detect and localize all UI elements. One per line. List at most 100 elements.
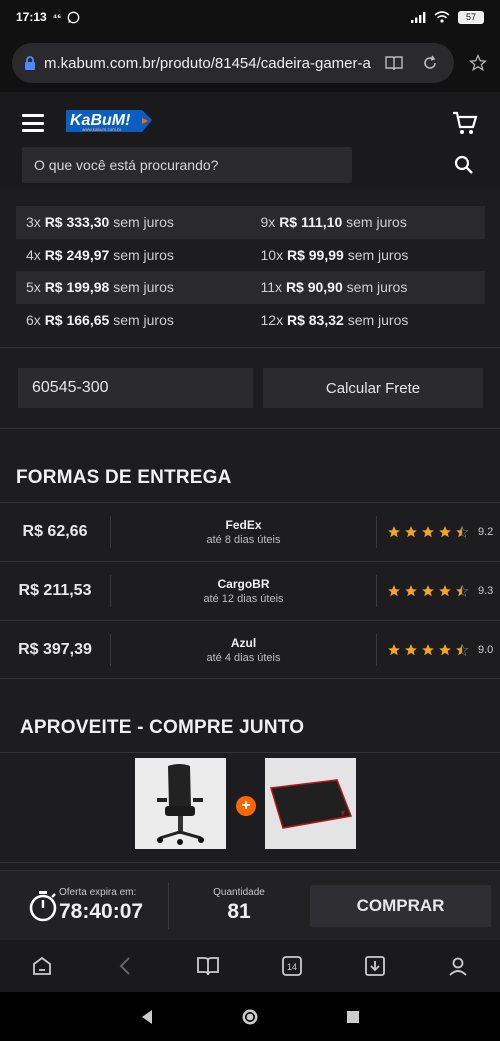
star-icon [422, 585, 434, 597]
delivery-option-azul[interactable]: R$ 397,39 Azul até 4 dias úteis 9.0 [0, 620, 500, 679]
installment-row: 5x R$ 199,98 sem juros 11x R$ 90,90 sem … [16, 271, 485, 304]
product-image-chair[interactable] [135, 758, 226, 849]
star-icon [422, 643, 434, 655]
star-icon [388, 526, 400, 538]
buy-button-label: COMPRAR [356, 896, 445, 915]
browser-nav-bar: 14 [0, 940, 500, 992]
installment-cell: 5x R$ 199,98 sem juros [26, 279, 174, 296]
battery-level: 57 [465, 12, 476, 22]
installment-cell: 9x R$ 111,10 sem juros [260, 214, 407, 231]
status-bar: 17:13 ⁴⁶ 57 [0, 0, 500, 34]
installment-cell: 6x R$ 166,65 sem juros [26, 311, 174, 328]
rating-stars: 9.2 [377, 525, 500, 539]
wifi-icon [434, 11, 450, 23]
plus-icon: + [236, 796, 256, 816]
carrier-name: FedEx [225, 518, 262, 532]
bookmarks-icon[interactable] [194, 952, 222, 980]
divider [0, 347, 500, 348]
back-icon[interactable] [111, 952, 139, 980]
stopwatch-icon [29, 891, 57, 922]
search-placeholder: O que você está procurando? [34, 157, 219, 173]
rating-stars: 9.3 [377, 584, 500, 598]
system-home-icon[interactable] [240, 1007, 260, 1027]
status-extra: ⁴⁶ [52, 12, 62, 22]
rating-value: 9.2 [478, 526, 494, 538]
delivery-price: R$ 211,53 [18, 582, 92, 599]
star-icon [405, 585, 417, 597]
installment-cell: 11x R$ 90,90 sem juros [260, 279, 408, 296]
carrier-days: até 12 dias úteis [203, 593, 284, 605]
installment-row: 3x R$ 333,30 sem juros 9x R$ 111,10 sem … [16, 206, 485, 239]
browser-toolbar: m.kabum.com.br/produto/81454/cadeira-gam… [0, 34, 500, 92]
carrier-days: até 4 dias úteis [206, 651, 281, 664]
quantity-value: 81 [227, 900, 251, 923]
installment-cell: 10x R$ 99,99 sem juros [260, 246, 409, 263]
cep-value: 60545-300 [32, 379, 109, 396]
star-icon [405, 643, 417, 655]
half-star-icon [456, 526, 469, 538]
installment-row: 6x R$ 166,65 sem juros 12x R$ 83,32 sem … [16, 304, 485, 337]
reload-icon[interactable] [416, 49, 444, 77]
installment-row: 4x R$ 249,97 sem juros 10x R$ 99,99 sem … [16, 239, 485, 272]
carrier-name: Azul [230, 635, 257, 650]
status-time: 17:13 [16, 10, 47, 24]
star-icon [439, 585, 451, 597]
delivery-option-fedex[interactable]: R$ 62,66 FedEx até 8 dias úteis 9.2 [0, 502, 500, 561]
carrier-days: até 8 dias úteis [206, 534, 281, 546]
whatsapp-icon [67, 11, 80, 23]
delivery-price: R$ 397,39 [18, 640, 92, 658]
offer-countdown: 78:40:07 [59, 900, 144, 923]
calculate-freight-label: Calcular Frete [325, 379, 421, 397]
star-icon [439, 526, 451, 538]
rating-value: 9.0 [478, 643, 494, 656]
rating-stars: 9.0 [377, 643, 500, 657]
menu-icon[interactable] [22, 114, 44, 132]
site-header: KaBuM! www.kabum.com.br O que você está … [0, 92, 500, 190]
star-icon [388, 643, 400, 655]
delivery-title: FORMAS DE ENTREGA [16, 467, 232, 488]
profile-icon[interactable] [444, 952, 472, 980]
battery-icon: 57 [458, 10, 484, 24]
installments-table: 3x R$ 333,30 sem juros 9x R$ 111,10 sem … [16, 206, 485, 336]
star-icon [422, 526, 434, 538]
half-star-icon [456, 643, 469, 656]
divider [0, 862, 500, 863]
url-text[interactable]: m.kabum.com.br/produto/81454/cadeira-gam… [44, 55, 372, 72]
tabs-count: 14 [287, 962, 297, 972]
product-image-mousepad[interactable] [265, 758, 356, 849]
installment-cell: 4x R$ 249,97 sem juros [26, 246, 174, 263]
star-icon [439, 643, 451, 655]
divider [0, 428, 500, 429]
quantity-label: Quantidade [213, 887, 265, 898]
calculate-freight-button[interactable]: Calcular Frete [263, 368, 483, 408]
rating-value: 9.3 [478, 585, 494, 597]
system-nav-bar [0, 992, 500, 1041]
search-input[interactable]: O que você está procurando? [22, 147, 352, 183]
star-icon [405, 526, 417, 538]
purchase-bar: Oferta expira em: 78:40:07 Quantidade 81… [0, 870, 500, 940]
combo-title: APROVEITE - COMPRE JUNTO [20, 717, 305, 738]
lock-icon [25, 56, 35, 70]
bookmark-star-icon[interactable] [464, 49, 492, 77]
system-back-icon[interactable] [140, 1009, 154, 1025]
url-field[interactable]: m.kabum.com.br/produto/81454/cadeira-gam… [12, 43, 454, 83]
delivery-option-cargobr[interactable]: R$ 211,53 CargoBR até 12 dias úteis 9.3 [0, 561, 500, 620]
reader-mode-icon[interactable] [380, 49, 408, 77]
cart-icon[interactable] [452, 110, 478, 136]
signal-icon [411, 11, 426, 23]
search-icon [454, 155, 473, 174]
cep-input[interactable]: 60545-300 [18, 368, 253, 408]
offer-expiry-label: Oferta expira em: [59, 887, 137, 898]
carrier-name: CargoBR [217, 577, 270, 591]
installment-cell: 12x R$ 83,32 sem juros [260, 311, 409, 328]
search-button[interactable] [450, 150, 478, 180]
tabs-icon[interactable]: 14 [278, 952, 306, 980]
star-icon [388, 585, 400, 597]
kabum-logo[interactable]: KaBuM! www.kabum.com.br [64, 106, 154, 138]
home-icon[interactable] [28, 952, 56, 980]
download-icon[interactable] [361, 952, 389, 980]
system-recents-icon[interactable] [346, 1010, 360, 1024]
delivery-price: R$ 62,66 [22, 523, 88, 540]
buy-button[interactable]: COMPRAR [310, 885, 491, 927]
half-star-icon [456, 585, 469, 597]
